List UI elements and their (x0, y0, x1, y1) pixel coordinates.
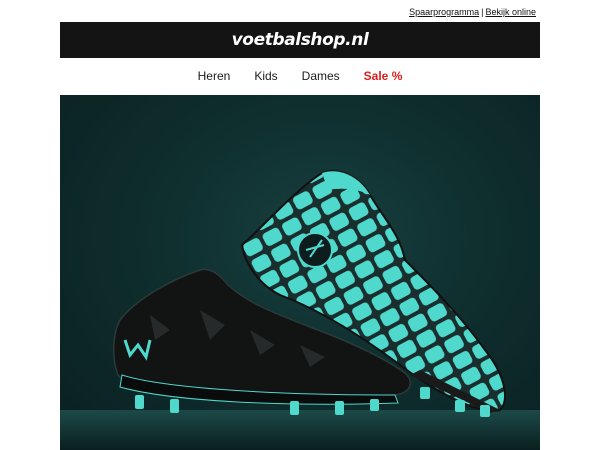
nav-item-sale[interactable]: Sale % (364, 69, 403, 83)
floor-surface (60, 410, 540, 450)
top-links-separator: | (481, 7, 484, 17)
nav-item-dames[interactable]: Dames (302, 69, 340, 83)
nav-item-heren[interactable]: Heren (198, 69, 231, 83)
view-online-link[interactable]: Bekijk online (485, 7, 536, 17)
header-bar: voetbalshop.nl (60, 22, 540, 58)
main-nav: Heren Kids Dames Sale % (60, 60, 540, 92)
site-logo[interactable]: voetbalshop.nl (232, 30, 369, 50)
nav-item-kids[interactable]: Kids (254, 69, 277, 83)
top-links: Spaarprogramma | Bekijk online (409, 7, 536, 17)
football-boots-image (60, 170, 540, 450)
savings-program-link[interactable]: Spaarprogramma (409, 7, 479, 17)
hero-banner[interactable] (60, 95, 540, 450)
